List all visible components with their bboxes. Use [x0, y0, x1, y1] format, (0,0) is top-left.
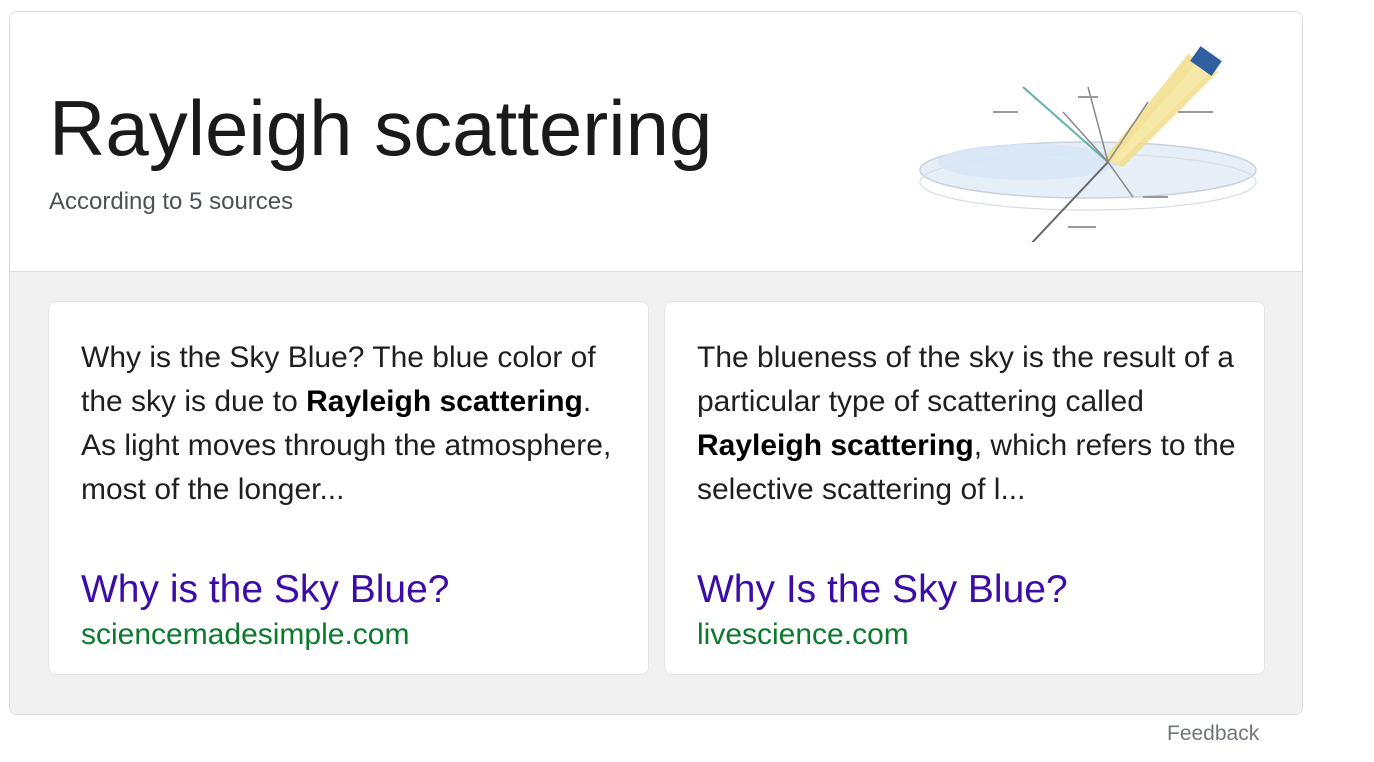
card-snippet: Why is the Sky Blue? The blue color of t…	[81, 336, 621, 512]
snippet-highlight: Rayleigh scattering	[697, 429, 974, 462]
panel-header: Rayleigh scattering According to 5 sourc…	[10, 12, 1302, 272]
sources-count: According to 5 sources	[49, 188, 294, 215]
card-snippet: The blueness of the sky is the result of…	[697, 336, 1237, 512]
feedback-link[interactable]: Feedback	[1167, 722, 1259, 746]
panel-cards-area: Why is the Sky Blue? The blue color of t…	[10, 272, 1302, 714]
card-domain: livescience.com	[697, 618, 909, 651]
card-title-link[interactable]: Why is the Sky Blue?	[81, 568, 449, 612]
source-card[interactable]: Why is the Sky Blue? The blue color of t…	[48, 301, 649, 675]
snippet-highlight: Rayleigh scattering	[306, 385, 583, 418]
panel-title: Rayleigh scattering	[49, 84, 713, 172]
diagram-thumbnail[interactable]	[918, 42, 1268, 242]
knowledge-panel: Rayleigh scattering According to 5 sourc…	[9, 11, 1303, 715]
snippet-text: The blueness of the sky is the result of…	[697, 341, 1234, 418]
card-title-link[interactable]: Why Is the Sky Blue?	[697, 568, 1068, 612]
source-card[interactable]: The blueness of the sky is the result of…	[664, 301, 1265, 675]
card-domain: sciencemadesimple.com	[81, 618, 410, 651]
